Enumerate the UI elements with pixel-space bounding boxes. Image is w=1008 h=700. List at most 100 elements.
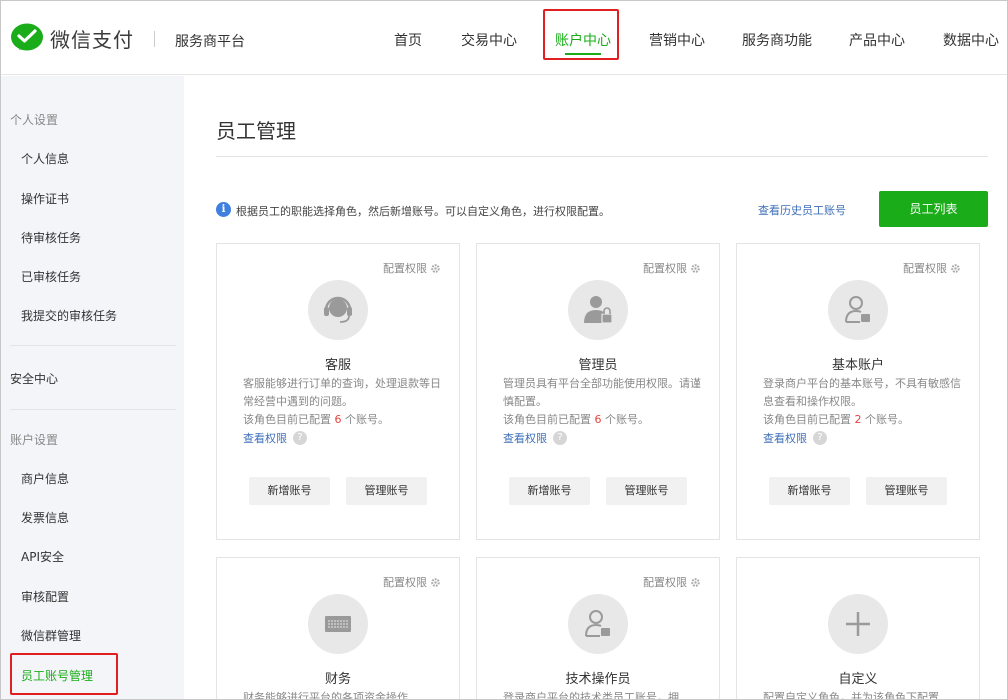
nav-service-provider[interactable]: 服务商功能 [742, 30, 812, 50]
count-number: 2 [854, 413, 862, 426]
config-permission-label: 配置权限 [903, 262, 947, 275]
config-permission-link[interactable]: 配置权限 [903, 260, 961, 276]
role-card-custom[interactable]: 自定义 配置自定义角色，并为该角色下配置 [736, 557, 980, 700]
sidebar-item-merchant-info[interactable]: 商户信息 [21, 470, 69, 487]
header-divider [154, 31, 155, 47]
manage-account-button[interactable]: 管理账号 [346, 477, 427, 505]
config-permission-link[interactable]: 配置权限 [383, 260, 441, 276]
view-permission-link[interactable]: 查看权限? [763, 430, 827, 446]
role-card-basic-account: 配置权限 基本账户 登录商户平台的基本账号，不具有敏感信息查看和操作权限。 该角… [736, 243, 980, 540]
basic-user-icon [828, 280, 888, 340]
top-header: 微信支付 服务商平台 首页 交易中心 账户中心 营销中心 服务商功能 产品中心 … [1, 1, 1007, 75]
config-permission-label: 配置权限 [383, 576, 427, 589]
count-prefix: 该角色目前已配置 [503, 413, 595, 426]
add-account-button[interactable]: 新增账号 [509, 477, 590, 505]
view-permission-label: 查看权限 [763, 432, 807, 445]
headset-icon [308, 280, 368, 340]
sidebar-divider [10, 345, 176, 346]
config-permission-link[interactable]: 配置权限 [643, 260, 701, 276]
help-icon[interactable]: ? [553, 431, 567, 445]
sidebar-item-certificate[interactable]: 操作证书 [21, 190, 69, 207]
tech-user-icon [568, 594, 628, 654]
add-account-button[interactable]: 新增账号 [769, 477, 850, 505]
sidebar-section-account: 账户设置 [10, 433, 59, 447]
nav-trade-center[interactable]: 交易中心 [461, 30, 517, 50]
role-account-count: 该角色目前已配置 2 个账号。 [763, 411, 909, 427]
wechat-pay-logo-icon [11, 23, 43, 51]
sidebar-item-my-submitted[interactable]: 我提交的审核任务 [21, 307, 117, 324]
gear-icon [951, 263, 960, 273]
count-prefix: 该角色目前已配置 [763, 413, 855, 426]
config-permission-label: 配置权限 [383, 262, 427, 275]
nav-product-center[interactable]: 产品中心 [849, 30, 905, 50]
role-name: 管理员 [578, 358, 618, 373]
staff-list-button[interactable]: 员工列表 [879, 191, 988, 227]
manage-account-button[interactable]: 管理账号 [606, 477, 687, 505]
sidebar-divider [10, 409, 176, 410]
role-description: 登录商户平台的基本账号，不具有敏感信息查看和操作权限。 [763, 377, 961, 408]
title-divider [216, 156, 988, 157]
config-permission-link[interactable]: 配置权限 [643, 574, 701, 590]
sidebar-item-api-security[interactable]: API安全 [21, 548, 64, 565]
role-description: 登录商户平台的技术类员工账号，拥 [503, 691, 679, 700]
gear-icon [691, 577, 700, 587]
sidebar [1, 76, 184, 699]
count-number: 6 [334, 413, 342, 426]
count-number: 6 [594, 413, 602, 426]
help-icon[interactable]: ? [813, 431, 827, 445]
gear-icon [431, 263, 440, 273]
role-description: 财务能够进行平台的各项资金操作 [243, 691, 408, 700]
view-permission-label: 查看权限 [503, 432, 547, 445]
role-description: 客服能够进行订单的查询，处理退款等日常经营中遇到的问题。 [243, 377, 441, 408]
role-account-count: 该角色目前已配置 6 个账号。 [503, 411, 649, 427]
help-icon[interactable]: ? [293, 431, 307, 445]
finance-icon [308, 594, 368, 654]
app-window: 微信支付 服务商平台 首页 交易中心 账户中心 营销中心 服务商功能 产品中心 … [0, 0, 1008, 700]
count-suffix: 个账号。 [601, 413, 649, 426]
manage-account-button[interactable]: 管理账号 [866, 477, 947, 505]
gear-icon [431, 577, 440, 587]
config-permission-label: 配置权限 [643, 262, 687, 275]
sidebar-item-invoice-info[interactable]: 发票信息 [21, 509, 69, 526]
config-permission-label: 配置权限 [643, 576, 687, 589]
add-account-button[interactable]: 新增账号 [249, 477, 330, 505]
sidebar-item-security[interactable]: 安全中心 [10, 370, 58, 387]
brand-name: 微信支付 [50, 27, 134, 52]
role-name: 财务 [324, 672, 351, 687]
nav-data-center[interactable]: 数据中心 [943, 30, 999, 50]
role-account-count: 该角色目前已配置 6 个账号。 [243, 411, 389, 427]
admin-lock-icon [568, 280, 628, 340]
role-description: 配置自定义角色，并为该角色下配置 [763, 691, 939, 700]
role-description: 管理员具有平台全部功能使用权限。请谨慎配置。 [503, 377, 701, 408]
role-card-admin: 配置权限 管理员 管理员具有平台全部功能使用权限。请谨慎配置。 该角色目前已配置… [476, 243, 720, 540]
role-card-tech-operator: 配置权限 技术操作员 登录商户平台的技术类员工账号，拥 [476, 557, 720, 700]
count-prefix: 该角色目前已配置 [243, 413, 335, 426]
view-permission-link[interactable]: 查看权限? [503, 430, 567, 446]
role-name: 自定义 [838, 672, 878, 687]
role-name: 技术操作员 [565, 672, 631, 687]
sidebar-item-personal-info[interactable]: 个人信息 [21, 150, 69, 167]
count-suffix: 个账号。 [861, 413, 909, 426]
nav-home[interactable]: 首页 [394, 30, 422, 50]
sidebar-item-review-config[interactable]: 审核配置 [21, 588, 69, 605]
highlight-box-sidebar [10, 653, 118, 695]
role-name: 客服 [324, 358, 351, 373]
role-name: 基本账户 [831, 358, 884, 373]
view-permission-link[interactable]: 查看权限? [243, 430, 307, 446]
count-suffix: 个账号。 [341, 413, 389, 426]
sidebar-item-reviewed[interactable]: 已审核任务 [21, 268, 81, 285]
history-accounts-link[interactable]: 查看历史员工账号 [758, 202, 846, 218]
sidebar-item-wechat-group[interactable]: 微信群管理 [21, 627, 81, 644]
role-card-customer-service: 配置权限 客服 客服能够进行订单的查询，处理退款等日常经营中遇到的问题。 该角色… [216, 243, 460, 540]
info-text: 根据员工的职能选择角色，然后新增账号。可以自定义角色，进行权限配置。 [236, 205, 610, 218]
config-permission-link[interactable]: 配置权限 [383, 574, 441, 590]
plus-icon[interactable] [828, 594, 888, 654]
role-card-finance: 配置权限 财务 财务能够进行平台的各项资金操作 [216, 557, 460, 700]
highlight-box-nav [543, 9, 619, 60]
nav-marketing-center[interactable]: 营销中心 [649, 30, 705, 50]
info-icon: i [216, 202, 231, 217]
sidebar-item-pending-review[interactable]: 待审核任务 [21, 229, 81, 246]
sidebar-section-personal: 个人设置 [10, 113, 59, 127]
gear-icon [691, 263, 700, 273]
wechat-pay-logo[interactable]: 微信支付 [10, 21, 134, 55]
